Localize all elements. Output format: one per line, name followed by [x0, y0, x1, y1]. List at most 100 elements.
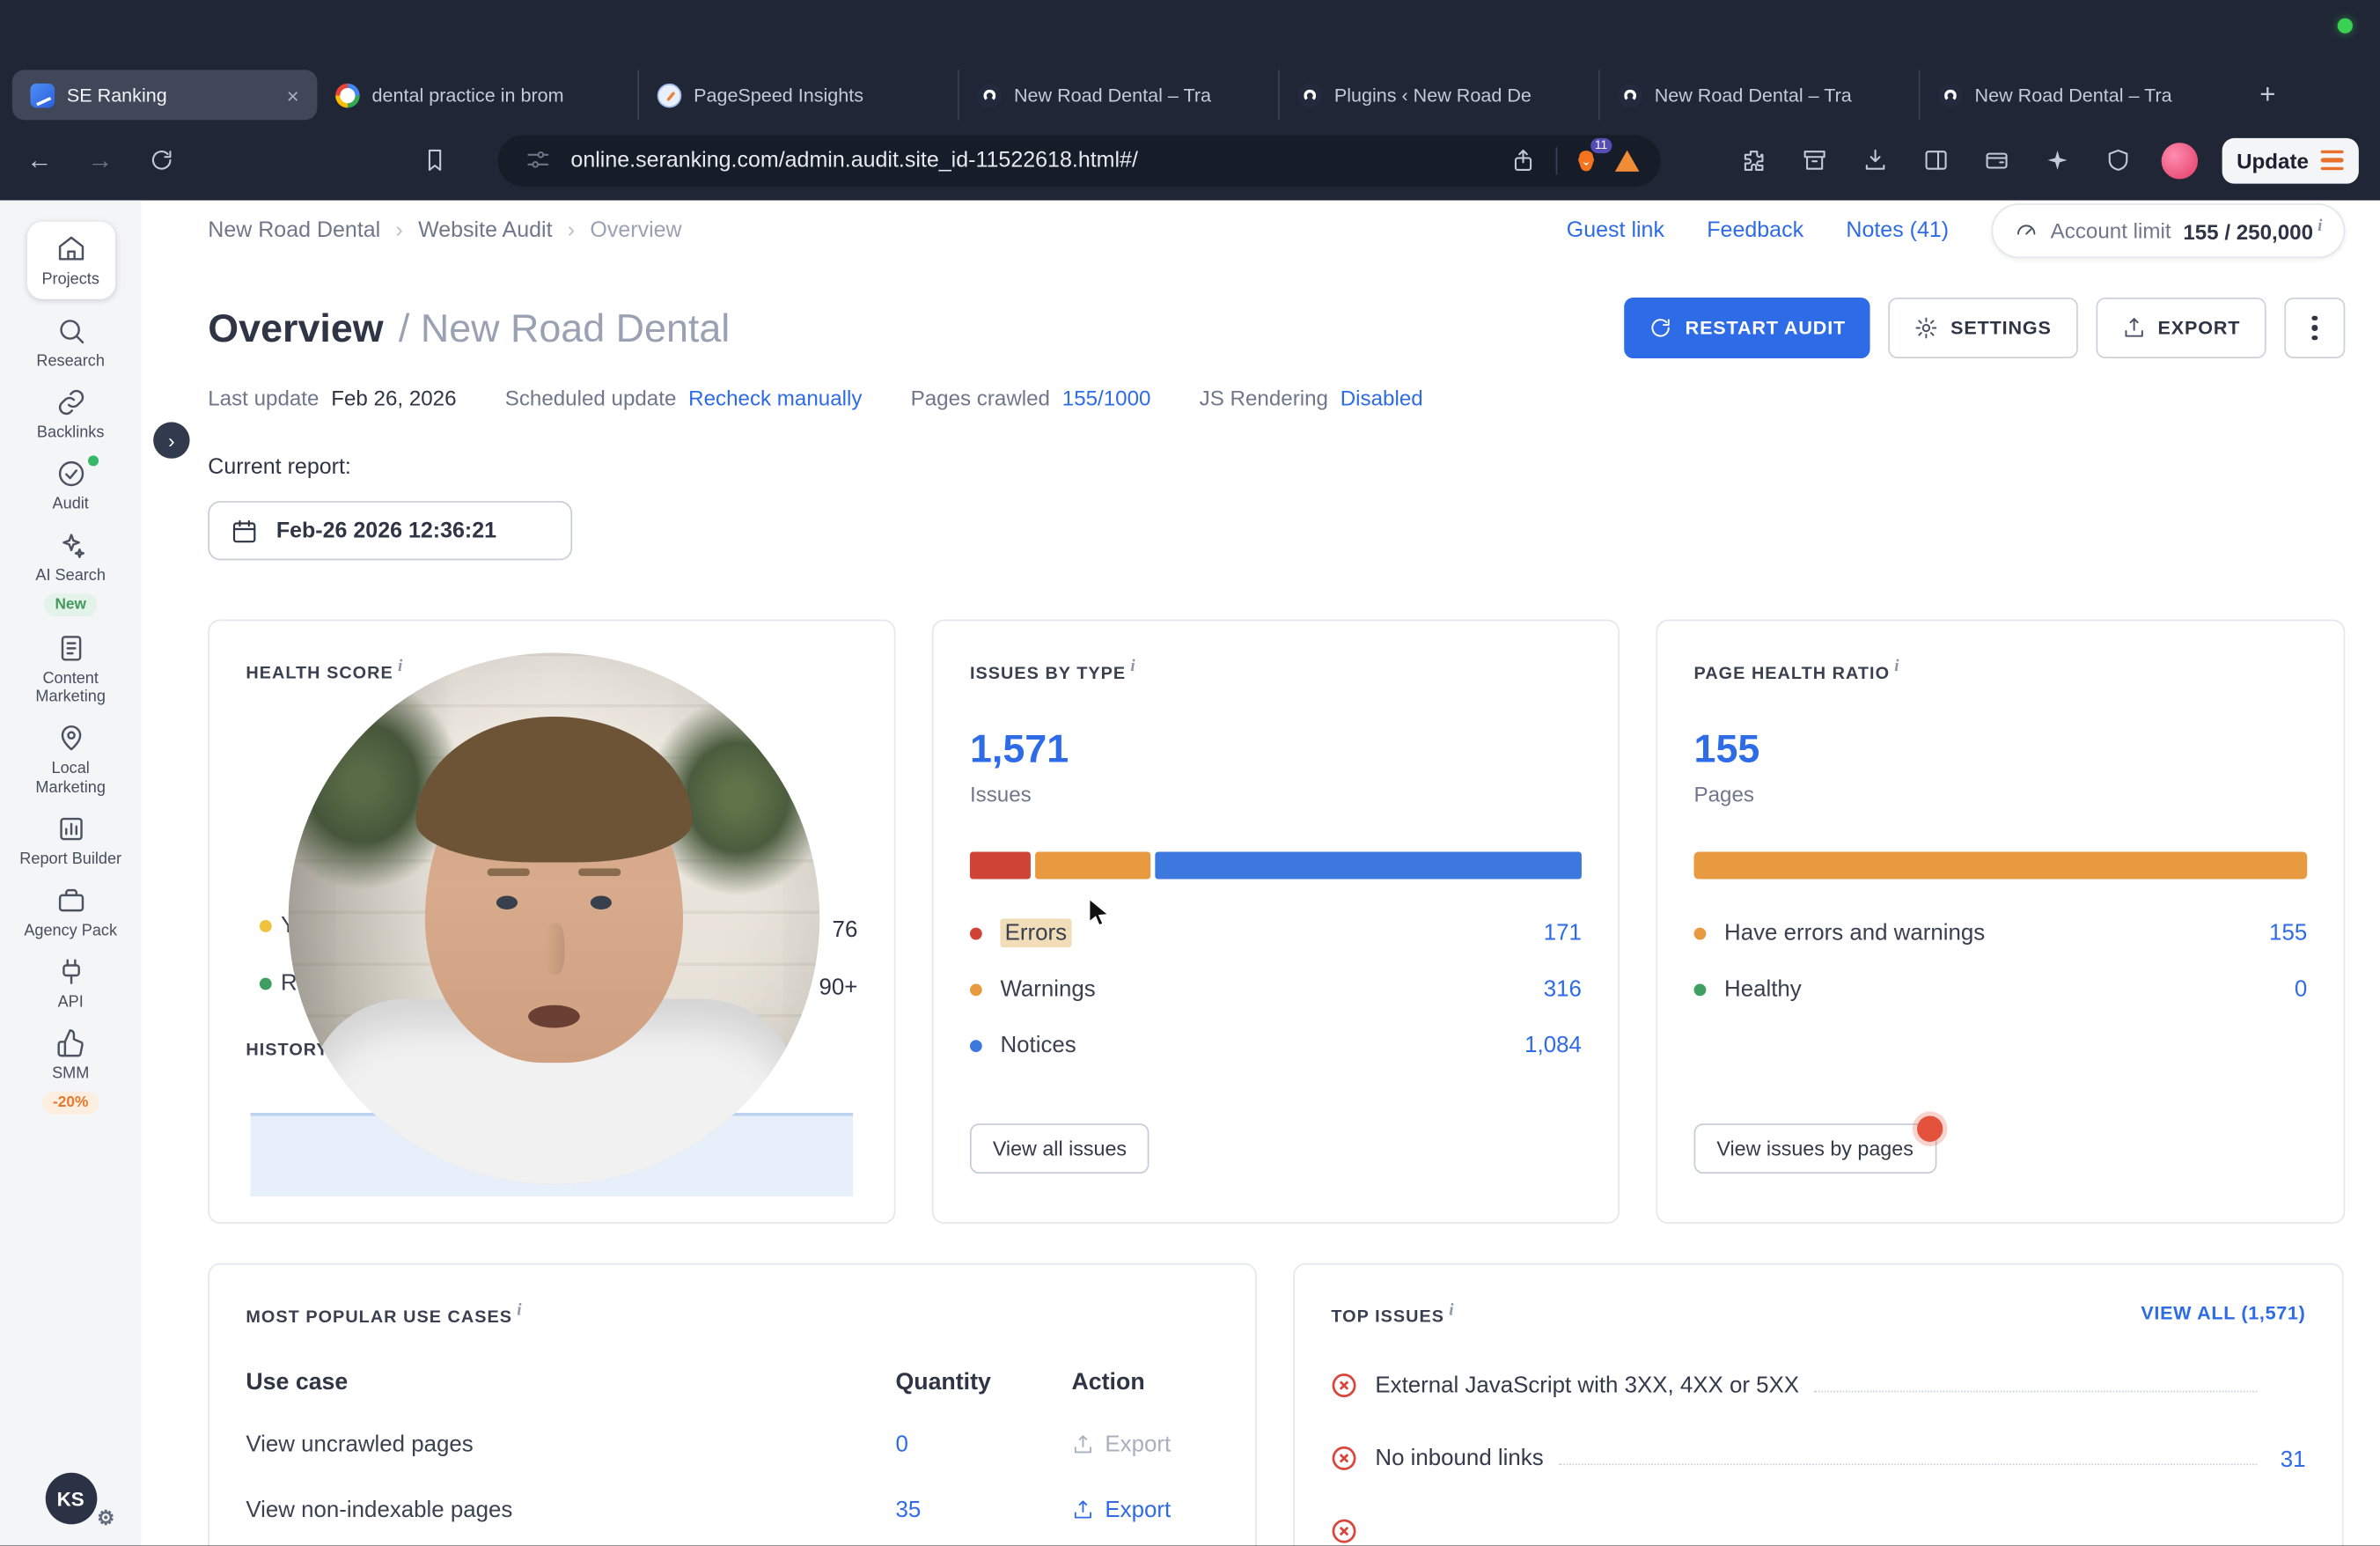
- top-issue-row[interactable]: No inbound links 31: [1331, 1445, 2305, 1472]
- top-issue-row[interactable]: External JavaScript with 3XX, 4XX or 5XX: [1331, 1373, 2305, 1400]
- pages-crawled-link[interactable]: 155/1000: [1062, 386, 1151, 410]
- view-all-issues-button[interactable]: View all issues: [970, 1123, 1150, 1174]
- export-button[interactable]: EXPORT: [2096, 298, 2266, 358]
- tab-new-road-dental-1[interactable]: New Road Dental – Tra: [958, 70, 1278, 120]
- google-favicon: [335, 83, 360, 107]
- tab-bar: SE Ranking dental practice in brom PageS…: [0, 70, 2380, 120]
- col-action: Action: [1071, 1369, 1218, 1396]
- breadcrumb-website-audit[interactable]: Website Audit: [418, 218, 552, 243]
- pages-total-link[interactable]: 155: [1694, 725, 2308, 772]
- sidebar-item-content-marketing[interactable]: Content Marketing: [10, 634, 131, 707]
- use-case-quantity-link[interactable]: 0: [895, 1432, 1071, 1457]
- new-tab-button[interactable]: [2245, 72, 2291, 118]
- warnings-count-link[interactable]: 316: [1544, 976, 1582, 1002]
- more-options-button[interactable]: [2284, 298, 2345, 358]
- user-avatar[interactable]: KS: [45, 1473, 97, 1525]
- sidebar-label: Projects: [14, 270, 127, 289]
- issues-total-link[interactable]: 1,571: [970, 725, 1582, 772]
- last-update-value: Feb 26, 2026: [331, 386, 456, 410]
- sidebar-item-research[interactable]: Research: [10, 316, 131, 371]
- projects-icon: [55, 234, 85, 264]
- guest-link[interactable]: Guest link: [1567, 218, 1664, 243]
- issues-by-type-card: ISSUES BY TYPE 1,571 Issues Errors 171: [932, 620, 1620, 1224]
- sidebar-item-backlinks[interactable]: Backlinks: [10, 387, 131, 442]
- account-limit-pill[interactable]: Account limit 155 / 250,000: [1991, 203, 2345, 258]
- healthy-count-link[interactable]: 0: [2295, 976, 2307, 1002]
- brave-shields-icon[interactable]: 11: [1573, 146, 1600, 173]
- tab-new-road-dental-2[interactable]: New Road Dental – Tra: [1598, 70, 1919, 120]
- archive-icon[interactable]: [1796, 142, 1833, 178]
- export-action-link[interactable]: Export: [1071, 1497, 1218, 1522]
- warnings-bar-segment: [1035, 851, 1150, 879]
- tab-dental-search[interactable]: dental practice in brom: [317, 70, 637, 120]
- issue-name: External JavaScript with 3XX, 4XX or 5XX: [1375, 1373, 1799, 1400]
- privacy-shield-icon[interactable]: [2100, 142, 2136, 178]
- tab-title: Plugins ‹ New Road De: [1334, 85, 1580, 106]
- sidebar-item-projects[interactable]: Projects: [26, 222, 114, 299]
- site-settings-icon[interactable]: [519, 142, 555, 178]
- red-dot-icon: [970, 927, 982, 939]
- new-badge: New: [44, 594, 97, 617]
- leo-ai-icon[interactable]: [2039, 142, 2075, 178]
- sidebar-collapse-button[interactable]: [153, 422, 189, 458]
- errors-count-link[interactable]: 171: [1544, 921, 1582, 946]
- ai-search-icon: [55, 530, 85, 560]
- research-icon: [55, 316, 85, 346]
- notes-link[interactable]: Notes (41): [1846, 218, 1949, 243]
- wallet-icon[interactable]: [1979, 142, 2015, 178]
- profile-avatar[interactable]: [2161, 142, 2197, 178]
- sidebar-panel-icon[interactable]: [1918, 142, 1954, 178]
- view-issues-by-pages-button[interactable]: View issues by pages: [1694, 1123, 1936, 1174]
- issue-count-link[interactable]: 31: [2273, 1447, 2306, 1472]
- js-rendering-link[interactable]: Disabled: [1341, 386, 1423, 410]
- issues-by-type-title: ISSUES BY TYPE: [970, 665, 1136, 683]
- errors-warnings-count-link[interactable]: 155: [2269, 921, 2307, 946]
- feedback-link[interactable]: Feedback: [1707, 218, 1803, 243]
- sidebar-item-audit[interactable]: Audit: [10, 459, 131, 513]
- sidebar-item-smm[interactable]: SMM -20%: [10, 1027, 131, 1114]
- tab-new-road-dental-3[interactable]: New Road Dental – Tra: [1919, 70, 2239, 120]
- reload-icon[interactable]: [143, 142, 179, 178]
- sidebar-item-agency-pack[interactable]: Agency Pack: [10, 885, 131, 939]
- tab-title: New Road Dental – Tra: [1655, 85, 1900, 106]
- settings-gear-icon[interactable]: [97, 1506, 114, 1531]
- scheduled-update-label: Scheduled update: [505, 386, 677, 410]
- report-date-picker[interactable]: Feb-26 2026 12:36:21: [208, 501, 572, 560]
- backlinks-icon: [55, 387, 85, 417]
- sidebar-label: Backlinks: [14, 423, 127, 442]
- errors-warnings-label: Have errors and warnings: [1724, 921, 1985, 946]
- page-subtitle: / New Road Dental: [399, 305, 730, 351]
- use-case-quantity-link[interactable]: 35: [895, 1497, 1071, 1522]
- adblock-icon[interactable]: [1615, 150, 1640, 171]
- tab-close-icon[interactable]: [287, 85, 299, 106]
- sidebar-label: Local Marketing: [14, 760, 127, 797]
- tab-pagespeed[interactable]: PageSpeed Insights: [637, 70, 958, 120]
- bookmark-icon[interactable]: [416, 142, 452, 178]
- restart-audit-button[interactable]: RESTART AUDIT: [1625, 298, 1870, 358]
- browser-update-button[interactable]: Update: [2222, 137, 2359, 183]
- settings-button[interactable]: SETTINGS: [1888, 298, 2077, 358]
- sidebar-item-local-marketing[interactable]: Local Marketing: [10, 724, 131, 797]
- forward-icon[interactable]: →: [82, 142, 118, 178]
- recheck-manually-link[interactable]: Recheck manually: [688, 386, 862, 410]
- current-report-label: Current report:: [208, 455, 2345, 480]
- tab-plugins[interactable]: Plugins ‹ New Road De: [1278, 70, 1598, 120]
- url-text[interactable]: online.seranking.com/admin.audit.site_id…: [570, 148, 1488, 173]
- sidebar-label: API: [14, 992, 127, 1011]
- dotted-leader: [1814, 1390, 2257, 1392]
- sidebar-item-report-builder[interactable]: Report Builder: [10, 813, 131, 868]
- breadcrumb-project[interactable]: New Road Dental: [208, 218, 380, 243]
- tab-se-ranking[interactable]: SE Ranking: [12, 70, 318, 120]
- back-icon[interactable]: ←: [21, 142, 57, 178]
- address-bar[interactable]: online.seranking.com/admin.audit.site_id…: [498, 135, 1661, 187]
- extensions-icon[interactable]: [1736, 142, 1772, 178]
- sidebar-label: Research: [14, 352, 127, 371]
- download-icon[interactable]: [1857, 142, 1893, 178]
- smm-icon: [55, 1027, 85, 1057]
- notices-count-link[interactable]: 1,084: [1524, 1033, 1582, 1058]
- sidebar-item-ai-search[interactable]: AI Search New: [10, 530, 131, 616]
- share-icon[interactable]: [1504, 142, 1540, 178]
- sidebar-item-api[interactable]: API: [10, 956, 131, 1011]
- last-update-label: Last update: [208, 386, 319, 410]
- view-all-issues-link[interactable]: VIEW ALL (1,571): [2141, 1303, 2305, 1324]
